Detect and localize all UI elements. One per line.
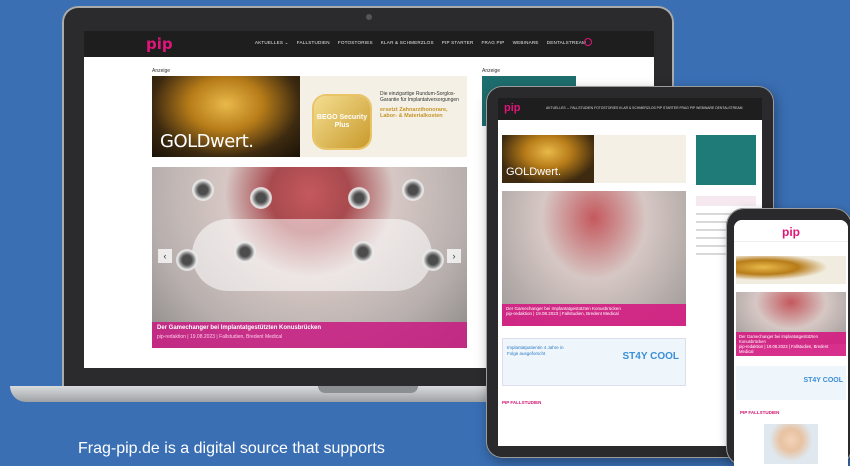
ad-banner-goldwert[interactable]: GOLDwert. BEGO Security Plus Die einziga… <box>152 76 467 157</box>
ad-highlight-text: ersetzt Zahnarzthonorare, Labor- & Mater… <box>380 107 448 119</box>
tablet-ad-stay-cool[interactable]: Implantatpatientin 4 Jahre in Folge ausg… <box>502 338 686 386</box>
bego-security-seal: BEGO Security Plus <box>314 96 370 148</box>
phone-section-heading[interactable]: PIP FALLSTUDIEN <box>740 410 779 415</box>
ad-copy-text: Die einzigartige Rundum-Sorglos-Garantie… <box>380 91 459 103</box>
tagline: Frag-pip.de is a digital source that sup… <box>78 440 385 457</box>
nav-menu: AKTUELLES ⌄ FALLSTUDIEN FOTOSTORIES KLAR… <box>255 40 586 46</box>
pip-logo[interactable]: pip <box>146 35 173 53</box>
tablet-side-ad[interactable] <box>696 135 756 185</box>
hero-slider[interactable]: ‹ › Der Gamechanger bei Implantatgestütz… <box>152 167 467 348</box>
tablet-ad2-brand: ST4Y COOL <box>622 351 680 362</box>
ad-copy: Die einzigartige Rundum-Sorglos-Garantie… <box>380 91 462 119</box>
tablet-ad2-text: Implantatpatientin 4 Jahre in Folge ausg… <box>507 345 564 356</box>
abutment-shape <box>234 241 256 263</box>
nav-item-klar-schmerzlos[interactable]: KLAR & SCHMERZLOS <box>381 40 434 46</box>
abutment-shape <box>250 187 272 209</box>
abutment-shape <box>402 179 424 201</box>
laptop-notch <box>318 386 418 393</box>
hero-caption[interactable]: Der Gamechanger bei Implantatgestützten … <box>152 322 467 348</box>
phone-ad-banner[interactable] <box>736 256 846 284</box>
nav-item-frag-pip[interactable]: FRAG PIP <box>482 40 505 46</box>
laptop-camera <box>366 14 372 20</box>
device-mockup-scene: pip AKTUELLES ⌄ FALLSTUDIEN FOTOSTORIES … <box>0 0 850 466</box>
nav-item-aktuelles[interactable]: AKTUELLES ⌄ <box>255 40 289 46</box>
abutment-shape <box>176 249 198 271</box>
phone-ad-stay-cool[interactable]: ST4Y COOL <box>736 366 846 400</box>
phone-hero-caption[interactable]: Der Gamechanger bei Implantatgestützten … <box>736 332 846 356</box>
phone-navbar: pip <box>734 220 848 242</box>
phone-hero-title[interactable]: Der Gamechanger bei Implantatgestützten … <box>739 334 843 344</box>
phone-screen: pip Der Gamechanger bei Implantatgestütz… <box>734 220 848 466</box>
nav-item-dentalstream[interactable]: DENTALSTREAM <box>547 40 586 46</box>
hero-meta: pip-redaktion | 19.08.2023 | Fallstudien… <box>157 334 283 340</box>
nav-item-webinare[interactable]: WEBINARE <box>513 40 539 46</box>
tablet-section-heading[interactable]: PIP FALLSTUDIEN <box>502 400 541 405</box>
phone-article-thumbnail[interactable] <box>764 424 818 464</box>
tablet-hero-meta: pip-redaktion | 19.08.2023 | Fallstudien… <box>506 311 619 316</box>
phone-ad2-brand: ST4Y COOL <box>803 377 843 384</box>
slider-prev-button[interactable]: ‹ <box>158 249 172 263</box>
ad-label: Anzeige <box>152 68 171 74</box>
tablet-nav-menu[interactable]: AKTUELLES ⌄ FALLSTUDIEN FOTOSTORIES KLAR… <box>546 106 742 110</box>
tablet-ad-headline: GOLDwert. <box>506 166 562 178</box>
tablet-screen: pip AKTUELLES ⌄ FALLSTUDIEN FOTOSTORIES … <box>498 98 762 446</box>
tablet-hero-caption[interactable]: Der Gamechanger bei Implantatgestützten … <box>502 304 686 326</box>
abutment-shape <box>192 179 214 201</box>
abutment-shape <box>352 241 374 263</box>
tablet-side-box <box>696 196 756 206</box>
tablet-ad-banner[interactable]: GOLDwert. <box>502 135 686 183</box>
search-icon[interactable] <box>584 38 592 46</box>
seal-text: BEGO Security Plus <box>316 114 368 129</box>
site-navbar: pip AKTUELLES ⌄ FALLSTUDIEN FOTOSTORIES … <box>84 31 654 57</box>
hero-title[interactable]: Der Gamechanger bei Implantatgestützten … <box>157 325 462 331</box>
abutment-shape <box>348 187 370 209</box>
phone-hero-meta: pip-redaktion | 19.08.2023 | Fallstudien… <box>739 344 829 354</box>
nav-item-fallstudien[interactable]: FALLSTUDIEN <box>297 40 330 46</box>
nav-item-pip-starter[interactable]: PIP STARTER <box>442 40 474 46</box>
tablet-navbar: pip AKTUELLES ⌄ FALLSTUDIEN FOTOSTORIES … <box>498 98 762 120</box>
tablet-pip-logo[interactable]: pip <box>504 102 521 114</box>
slider-next-button[interactable]: › <box>447 249 461 263</box>
ad-gold-headline: GOLDwert. <box>160 131 254 152</box>
nav-item-fotostories[interactable]: FOTOSTORIES <box>338 40 373 46</box>
abutment-shape <box>422 249 444 271</box>
hero-image-detail <box>192 219 432 291</box>
phone-pip-logo[interactable]: pip <box>782 225 800 239</box>
side-ad-label: Anzeige <box>482 68 501 74</box>
